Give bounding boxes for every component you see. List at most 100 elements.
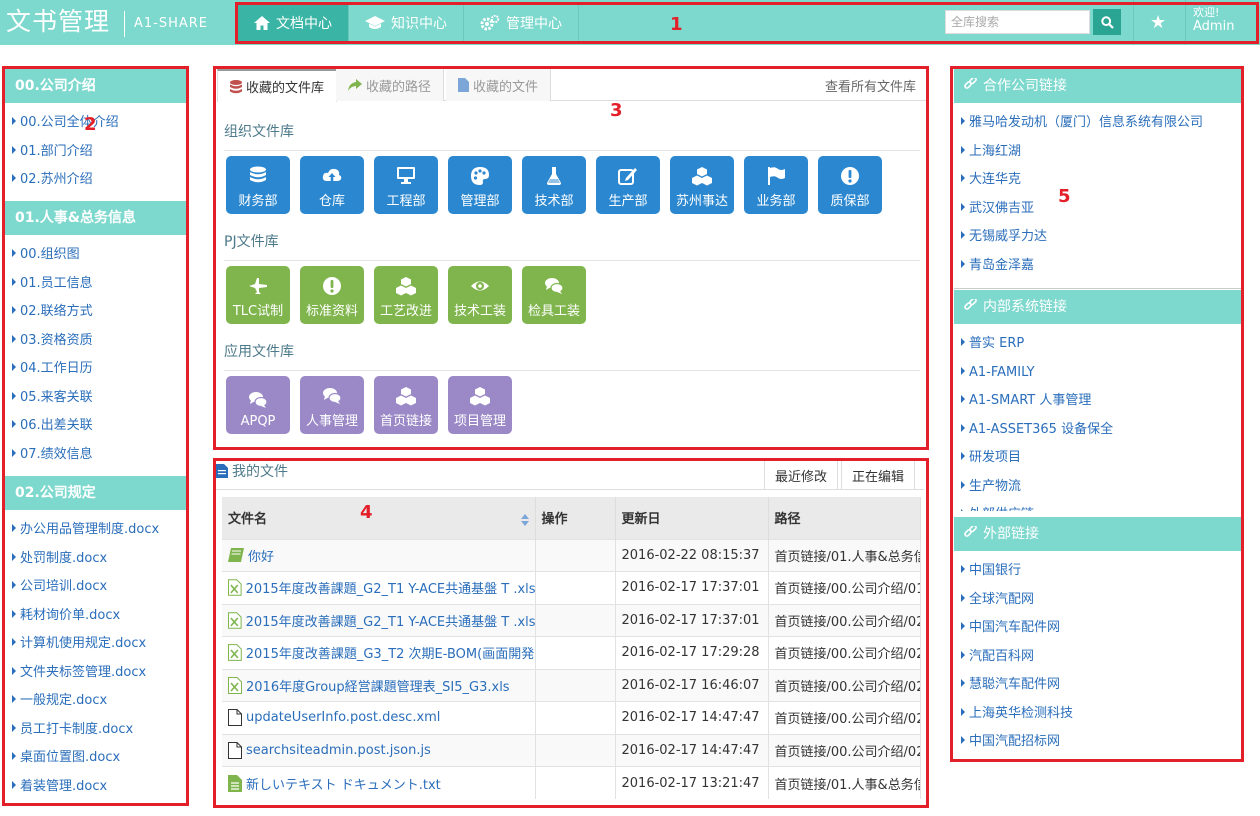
col-filename[interactable]: 文件名 — [222, 497, 536, 539]
library-tile[interactable]: 标准资料 — [300, 266, 364, 324]
library-tile[interactable]: 生产部 — [596, 156, 660, 214]
table-row[interactable]: 2015年度改善課題_G3_T2 次期E-BOM(画面開発) 2016-02-17… — [222, 636, 921, 669]
cell-filename[interactable]: updateUserInfo.post.desc.xml — [222, 701, 536, 734]
list-item[interactable]: 05.来客关联 — [12, 386, 187, 415]
list-item[interactable]: A1-SMART 人事管理 — [961, 389, 1241, 418]
file-name-link[interactable]: 2016年度Group経営課題管理表_SI5_G3.xls — [246, 676, 510, 695]
library-tile[interactable]: APQP — [226, 376, 290, 434]
global-search-input[interactable] — [945, 10, 1090, 34]
list-item[interactable]: 桌面位置图.docx — [12, 746, 187, 775]
list-item[interactable]: 02.苏州介绍 — [12, 168, 187, 197]
library-tile[interactable]: 财务部 — [226, 156, 290, 214]
cell-filename[interactable]: 2015年度改善課題_G2_T1 Y-ACE共通基盤 T .xlsx — [222, 571, 536, 604]
list-item[interactable]: 汽配百科网 — [961, 645, 1241, 674]
library-tile[interactable]: 工艺改进 — [374, 266, 438, 324]
sort-icon[interactable] — [520, 514, 529, 527]
library-tile[interactable]: 人事管理 — [300, 376, 364, 434]
user-menu[interactable]: 欢迎! Admin — [1193, 6, 1234, 34]
cell-filename[interactable]: 2015年度改善課題_G3_T2 次期E-BOM(画面開発) — [222, 636, 536, 669]
favorites-star-icon[interactable]: ★ — [1150, 12, 1166, 33]
list-item[interactable]: 00.公司全体介绍 — [12, 111, 187, 140]
file-name-link[interactable]: 2015年度改善課題_G2_T1 Y-ACE共通基盤 T .xlsx — [246, 578, 534, 597]
cell-filename[interactable]: searchsiteadmin.post.json.js — [222, 733, 536, 767]
file-name-link[interactable]: 2015年度改善課題_G2_T1 Y-ACE共通基盤 T .xlsx — [246, 611, 534, 630]
library-tile[interactable]: 仓库 — [300, 156, 364, 214]
library-tile[interactable]: 技术部 — [522, 156, 586, 214]
nav-admin-center[interactable]: 管理中心 — [464, 3, 579, 43]
library-tile[interactable]: 首页链接 — [374, 376, 438, 434]
library-tile[interactable]: 苏州事达 — [670, 156, 734, 214]
list-item[interactable]: 文件夹标签管理.docx — [12, 661, 187, 690]
nav-knowledge-center[interactable]: 知识中心 — [349, 3, 464, 43]
table-row[interactable]: 2015年度改善課題_G2_T1 Y-ACE共通基盤 T .xlsx 2016-0… — [222, 603, 921, 637]
library-tile[interactable]: 管理部 — [448, 156, 512, 214]
list-item[interactable]: 大连华克 — [961, 168, 1241, 197]
tab-recent-modified[interactable]: 最近修改 — [764, 460, 839, 489]
list-item[interactable]: 一般规定.docx — [12, 689, 187, 718]
cell-actions[interactable] — [535, 733, 616, 767]
list-item[interactable]: 耗材询价单.docx — [12, 604, 187, 633]
cell-filename[interactable]: 你好 — [222, 538, 536, 572]
cell-actions[interactable] — [535, 636, 616, 669]
list-item[interactable]: 研发项目 — [961, 446, 1241, 475]
list-item[interactable]: 外部供应链 — [961, 503, 1241, 511]
list-item[interactable]: 普实 ERP — [961, 332, 1241, 361]
search-button[interactable] — [1093, 9, 1121, 35]
cell-actions[interactable] — [535, 668, 616, 702]
list-item[interactable]: 04.工作日历 — [12, 357, 187, 386]
tab-editing[interactable]: 正在编辑 — [841, 460, 916, 489]
library-tile[interactable]: 工程部 — [374, 156, 438, 214]
cell-filename[interactable]: 新しいテキスト ドキュメント.txt — [222, 766, 536, 799]
file-name-link[interactable]: 2015年度改善課題_G3_T2 次期E-BOM(画面開発) — [246, 643, 534, 662]
list-item[interactable]: 着装管理.docx — [12, 775, 187, 804]
list-item[interactable]: 公司培训.docx — [12, 575, 187, 604]
table-row[interactable]: 2015年度改善課題_G2_T1 Y-ACE共通基盤 T .xlsx 2016-0… — [222, 571, 921, 604]
file-name-link[interactable]: 你好 — [248, 546, 274, 565]
library-tile[interactable]: 项目管理 — [448, 376, 512, 434]
list-item[interactable]: 办公用品管理制度.docx — [12, 518, 187, 547]
library-tile[interactable]: 业务部 — [744, 156, 808, 214]
file-name-link[interactable]: updateUserInfo.post.desc.xml — [246, 710, 440, 725]
list-item[interactable]: 中国银行 — [961, 559, 1241, 588]
list-item[interactable]: 中国汽车配件网 — [961, 616, 1241, 645]
library-tile[interactable]: TLC试制 — [226, 266, 290, 324]
file-name-link[interactable]: 新しいテキスト ドキュメント.txt — [246, 774, 441, 793]
nav-doc-center[interactable]: 文档中心 — [238, 3, 349, 43]
view-all-libraries-link[interactable]: 查看所有文件库 — [825, 76, 916, 95]
app-logo[interactable]: 文书管理 — [6, 6, 110, 38]
list-item[interactable]: 上海英华检测科技 — [961, 702, 1241, 731]
list-item[interactable]: A1-FAMILY — [961, 361, 1241, 390]
library-tile[interactable]: 质保部 — [818, 156, 882, 214]
list-item[interactable]: 无锡威孚力达 — [961, 225, 1241, 254]
list-item[interactable]: 全球汽配网 — [961, 588, 1241, 617]
list-item[interactable]: 慧聪汽车配件网 — [961, 673, 1241, 702]
cell-filename[interactable]: 2015年度改善課題_G2_T1 Y-ACE共通基盤 T .xlsx — [222, 603, 536, 637]
list-item[interactable]: 03.资格资质 — [12, 329, 187, 358]
list-item[interactable]: 07.绩效信息 — [12, 443, 187, 472]
list-item[interactable]: 雅马哈发动机（厦门）信息系统有限公司 — [961, 111, 1241, 140]
list-item[interactable]: A1-ASSET365 设备保全 — [961, 418, 1241, 447]
list-item[interactable]: 武汉佛吉亚 — [961, 197, 1241, 226]
table-row[interactable]: 你好 2016-02-22 08:15:37 首页链接/01.人事&总务信 — [222, 538, 921, 572]
table-row[interactable]: 2016年度Group経営課題管理表_SI5_G3.xls 2016-02-17 … — [222, 668, 921, 702]
list-item[interactable]: 00.组织图 — [12, 243, 187, 272]
cell-actions[interactable] — [535, 603, 616, 637]
cell-filename[interactable]: 2016年度Group経営課題管理表_SI5_G3.xls — [222, 668, 536, 702]
cell-actions[interactable] — [535, 701, 616, 734]
table-row[interactable]: searchsiteadmin.post.json.js 2016-02-17 1… — [222, 733, 921, 767]
cell-actions[interactable] — [535, 538, 616, 572]
list-item[interactable]: 处罚制度.docx — [12, 547, 187, 576]
cell-actions[interactable] — [535, 571, 616, 604]
library-tile[interactable]: 检具工装 — [522, 266, 586, 324]
tab-favorite-paths[interactable]: 收藏的路径 — [336, 69, 445, 101]
file-name-link[interactable]: searchsiteadmin.post.json.js — [246, 743, 431, 758]
list-item[interactable]: 06.出差关联 — [12, 414, 187, 443]
list-item[interactable]: 中国汽配招标网 — [961, 730, 1241, 759]
cell-actions[interactable] — [535, 766, 616, 799]
list-item[interactable]: 01.员工信息 — [12, 272, 187, 301]
list-item[interactable]: 01.部门介绍 — [12, 140, 187, 169]
table-row[interactable]: updateUserInfo.post.desc.xml 2016-02-17 1… — [222, 701, 921, 734]
list-item[interactable]: 上海红湖 — [961, 140, 1241, 169]
table-row[interactable]: 新しいテキスト ドキュメント.txt 2016-02-17 13:21:47 首页链… — [222, 766, 921, 799]
list-item[interactable]: 员工打卡制度.docx — [12, 718, 187, 747]
